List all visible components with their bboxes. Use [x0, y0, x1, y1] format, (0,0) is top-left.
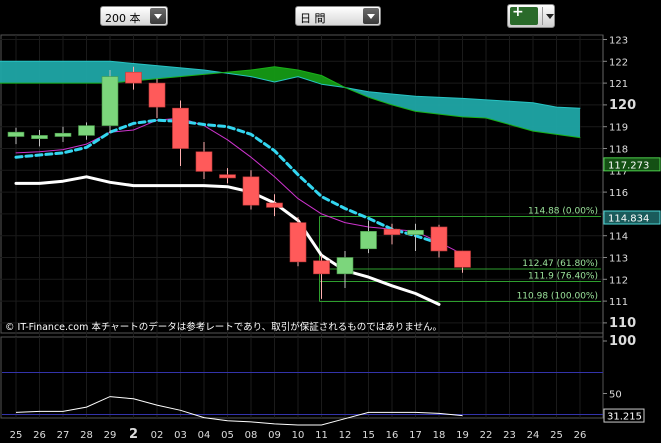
fib-level-label: 114.88 (0.00%): [528, 207, 598, 217]
fib-level-label: 111.9 (76.40%): [528, 271, 598, 281]
date-tick-label: 09: [268, 430, 281, 441]
price-axis: 1231221211201191181171161151141131121111…: [602, 35, 661, 418]
candle-body: [454, 250, 471, 268]
date-axis: 25 26 27 28 29 2 02 03 04 05 08 09 10 11 12 15 16 17 18 19 2…: [10, 427, 587, 442]
candle-body: [242, 176, 260, 206]
price-tick-label: 119: [609, 123, 628, 134]
copyright-notice: © IT-Finance.com 本チャートのデータは参考レートであり、取引が保…: [5, 322, 442, 333]
price-chart: 114.88 (0.00%) 112.47 (61.80%) 111.9 (76.4…: [0, 34, 661, 443]
fib-level-label: 112.47 (61.80%): [522, 259, 598, 269]
candle-body: [266, 202, 283, 208]
date-tick-label: 23: [503, 430, 516, 441]
price-tag-label: 114.834: [608, 214, 649, 225]
date-tick-label: 15: [362, 430, 375, 441]
price-tick-label: 110: [609, 316, 636, 331]
rsi-value-label: 31.215: [607, 412, 642, 423]
date-tick-label: 19: [456, 430, 469, 441]
date-tick-label: 10: [292, 430, 305, 441]
date-tick-label: 02: [151, 430, 164, 441]
rsi-panel: 10050031.215: [0, 334, 645, 443]
date-tick-label: 17: [409, 430, 422, 441]
candle-body: [101, 76, 119, 126]
date-tick-label: 04: [198, 430, 211, 441]
fib-level-label: 110.98 (100.00%): [517, 292, 598, 302]
candle-body: [125, 71, 142, 84]
date-tick-label: 22: [480, 430, 493, 441]
candle-body: [195, 151, 213, 172]
date-tick-label: 29: [104, 430, 117, 441]
price-tick-label: 121: [609, 79, 628, 90]
candle-body: [78, 125, 95, 136]
rsi-panel-frame: [0, 336, 604, 419]
candle-body: [289, 222, 307, 263]
candle-body: [313, 260, 330, 275]
price-tick-label: 112: [609, 275, 628, 286]
date-tick-label: 25: [10, 430, 23, 441]
price-tick-label: 123: [609, 36, 628, 47]
date-tick-label: 27: [57, 430, 70, 441]
date-tick-label: 28: [80, 430, 93, 441]
price-tick-label: 116: [609, 188, 628, 199]
date-tick-label: 24: [527, 430, 540, 441]
date-tick-label: 12: [339, 430, 352, 441]
price-tick-label: 120: [609, 98, 636, 113]
candle-body: [219, 174, 236, 179]
rsi-tick-label: 100: [609, 334, 636, 349]
indicator-lines: [14, 117, 463, 306]
date-tick-label: 18: [433, 430, 446, 441]
candle-body: [383, 228, 401, 235]
candle-body: [172, 107, 189, 149]
cloud-bullish-area: [343, 86, 580, 138]
date-tick-label: 11: [315, 430, 328, 441]
price-tick-label: 114: [609, 232, 628, 243]
date-tick-label: 16: [386, 430, 399, 441]
date-tick-label: 05: [221, 430, 234, 441]
price-tick-label: 113: [609, 254, 628, 265]
price-tick-label: 111: [609, 297, 628, 308]
date-tick-label: 26: [33, 430, 46, 441]
date-tick-label: 26: [574, 430, 587, 441]
price-tick-label: 118: [609, 145, 628, 156]
candle-body: [7, 131, 25, 137]
price-tag-label: 117.273: [608, 160, 649, 171]
candle-body: [430, 226, 448, 252]
candle-body: [148, 82, 166, 108]
price-tick-label: 122: [609, 57, 628, 68]
candle-body: [31, 135, 48, 139]
date-tick-label: 25: [550, 430, 563, 441]
candle-body: [407, 229, 424, 235]
date-tick-label: 03: [174, 430, 187, 441]
rsi-tick-label: 50: [609, 390, 622, 401]
candle-body: [54, 132, 72, 137]
date-tick-label: 08: [245, 430, 258, 441]
candle-body: [360, 231, 377, 250]
date-tick-label: 2: [129, 427, 138, 442]
candle-body: [336, 257, 354, 275]
